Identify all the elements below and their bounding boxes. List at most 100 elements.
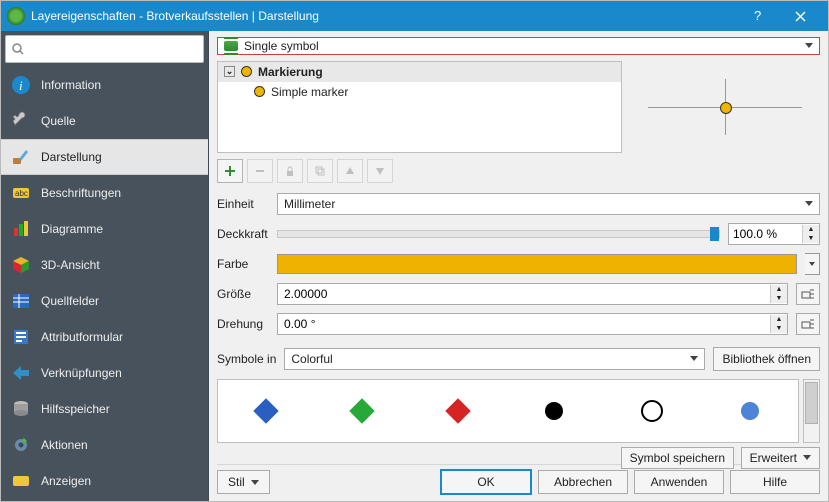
lock-layer-button[interactable] xyxy=(277,159,303,183)
tree-child-row[interactable]: Simple marker xyxy=(218,82,621,102)
unit-label: Einheit xyxy=(217,197,269,211)
sidebar-item-auxstorage[interactable]: Hilfsspeicher xyxy=(1,391,208,427)
swatch-scrollbar[interactable] xyxy=(803,379,820,443)
cube-icon xyxy=(11,255,31,275)
open-library-button[interactable]: Bibliothek öffnen xyxy=(713,347,820,371)
brush-icon xyxy=(11,147,31,167)
size-spinbox[interactable]: ▲▼ xyxy=(277,283,788,305)
chevron-down-icon xyxy=(805,43,813,48)
sidebar-item-diagrams[interactable]: Diagramme xyxy=(1,211,208,247)
sidebar-item-joins[interactable]: Verknüpfungen xyxy=(1,355,208,391)
scrollbar-thumb[interactable] xyxy=(805,382,818,424)
size-label: Größe xyxy=(217,287,269,301)
slider-handle[interactable] xyxy=(710,227,719,241)
sidebar-item-source[interactable]: Quelle xyxy=(1,103,208,139)
spin-down[interactable]: ▼ xyxy=(771,324,787,333)
swatch-circle-outline[interactable] xyxy=(641,400,663,422)
apply-button[interactable]: Anwenden xyxy=(634,470,724,494)
sidebar-item-actions[interactable]: Aktionen xyxy=(1,427,208,463)
move-down-button[interactable] xyxy=(367,159,393,183)
tree-root-row[interactable]: ⌄ Markierung xyxy=(218,62,621,82)
advanced-menu-button[interactable]: Erweitert xyxy=(741,447,820,469)
renderer-type-label: Single symbol xyxy=(244,39,319,53)
move-up-button[interactable] xyxy=(337,159,363,183)
sidebar-item-symbology[interactable]: Darstellung xyxy=(1,139,208,175)
close-button[interactable] xyxy=(778,1,822,31)
help-button[interactable]: ? xyxy=(734,1,778,31)
unit-combo[interactable]: Millimeter xyxy=(277,193,820,215)
symbol-layer-tree[interactable]: ⌄ Markierung Simple marker xyxy=(217,61,622,153)
labels-icon: abc xyxy=(11,183,31,203)
tree-root-label: Markierung xyxy=(258,65,323,79)
sidebar-item-labels[interactable]: abc Beschriftungen xyxy=(1,175,208,211)
symbol-swatch-list[interactable] xyxy=(217,379,799,443)
rotation-input[interactable] xyxy=(278,317,770,331)
main-panel: Single symbol ⌄ Markierung Simple marker xyxy=(209,31,828,501)
color-button[interactable] xyxy=(277,254,797,274)
joins-icon xyxy=(11,363,31,383)
opacity-label: Deckkraft xyxy=(217,227,269,241)
sidebar-item-information[interactable]: i Information xyxy=(1,67,208,103)
save-symbol-label: Symbol speichern xyxy=(630,451,725,465)
sidebar-item-3dview[interactable]: 3D-Ansicht xyxy=(1,247,208,283)
window-title: Layereigenschaften - Brotverkaufsstellen… xyxy=(31,9,734,23)
rotation-spinbox[interactable]: ▲▼ xyxy=(277,313,788,335)
spin-up[interactable]: ▲ xyxy=(771,285,787,294)
tree-child-label: Simple marker xyxy=(271,85,348,99)
size-input[interactable] xyxy=(278,287,770,301)
sidebar-item-label: Beschriftungen xyxy=(41,186,121,200)
save-symbol-button[interactable]: Symbol speichern xyxy=(621,447,734,469)
sidebar-list: i Information Quelle Darstellung abc Bes… xyxy=(1,67,208,501)
sidebar-item-sourcefields[interactable]: Quellfelder xyxy=(1,283,208,319)
data-defined-override-size[interactable] xyxy=(796,283,820,305)
swatch-circle-blue[interactable] xyxy=(741,402,759,420)
titlebar: Layereigenschaften - Brotverkaufsstellen… xyxy=(1,1,828,31)
swatch-diamond-blue[interactable] xyxy=(253,398,278,423)
style-label: Stil xyxy=(228,475,245,489)
collapse-icon[interactable]: ⌄ xyxy=(224,66,235,77)
swatch-diamond-red[interactable] xyxy=(445,398,470,423)
symbols-in-label: Symbole in xyxy=(217,352,276,366)
chevron-down-icon xyxy=(805,201,813,206)
sidebar-item-label: 3D-Ansicht xyxy=(41,258,100,272)
sidebar-item-label: Anzeigen xyxy=(41,474,91,488)
spin-up[interactable]: ▲ xyxy=(771,315,787,324)
sidebar-item-attributeform[interactable]: Attributformular xyxy=(1,319,208,355)
sidebar-search[interactable] xyxy=(5,35,204,63)
info-icon: i xyxy=(11,75,31,95)
sidebar: i Information Quelle Darstellung abc Bes… xyxy=(1,31,209,501)
cancel-button[interactable]: Abbrechen xyxy=(538,470,628,494)
unit-value: Millimeter xyxy=(284,197,335,211)
help-footer-button[interactable]: Hilfe xyxy=(730,470,820,494)
duplicate-layer-button[interactable] xyxy=(307,159,333,183)
sidebar-item-display[interactable]: Anzeigen xyxy=(1,463,208,499)
add-layer-button[interactable] xyxy=(217,159,243,183)
ok-button[interactable]: OK xyxy=(440,469,532,495)
marker-preview-icon xyxy=(254,86,265,97)
rotation-label: Drehung xyxy=(217,317,269,331)
color-menu-button[interactable] xyxy=(805,253,820,275)
dialog-footer: Stil OK Abbrechen Anwenden Hilfe xyxy=(217,464,820,495)
symbol-group-combo[interactable]: Colorful xyxy=(284,348,705,370)
style-menu-button[interactable]: Stil xyxy=(217,470,270,494)
opacity-input[interactable] xyxy=(729,227,801,241)
data-defined-override-rotation[interactable] xyxy=(796,313,820,335)
spin-down[interactable]: ▼ xyxy=(803,234,819,243)
gear-icon xyxy=(11,435,31,455)
sidebar-item-label: Quelle xyxy=(41,114,76,128)
remove-layer-button[interactable] xyxy=(247,159,273,183)
sidebar-item-label: Verknüpfungen xyxy=(41,366,122,380)
svg-text:?: ? xyxy=(754,9,761,23)
chevron-down-icon xyxy=(251,480,259,485)
spin-up[interactable]: ▲ xyxy=(803,225,819,234)
spin-down[interactable]: ▼ xyxy=(771,294,787,303)
opacity-spinbox[interactable]: ▲▼ xyxy=(728,223,820,245)
sidebar-item-label: Information xyxy=(41,78,101,92)
renderer-type-combo[interactable]: Single symbol xyxy=(217,37,820,55)
swatch-circle-black[interactable] xyxy=(545,402,563,420)
ok-label: OK xyxy=(477,475,494,489)
opacity-slider[interactable] xyxy=(277,230,720,238)
swatch-diamond-green[interactable] xyxy=(349,398,374,423)
apply-label: Anwenden xyxy=(651,475,708,489)
advanced-label: Erweitert xyxy=(750,451,797,465)
